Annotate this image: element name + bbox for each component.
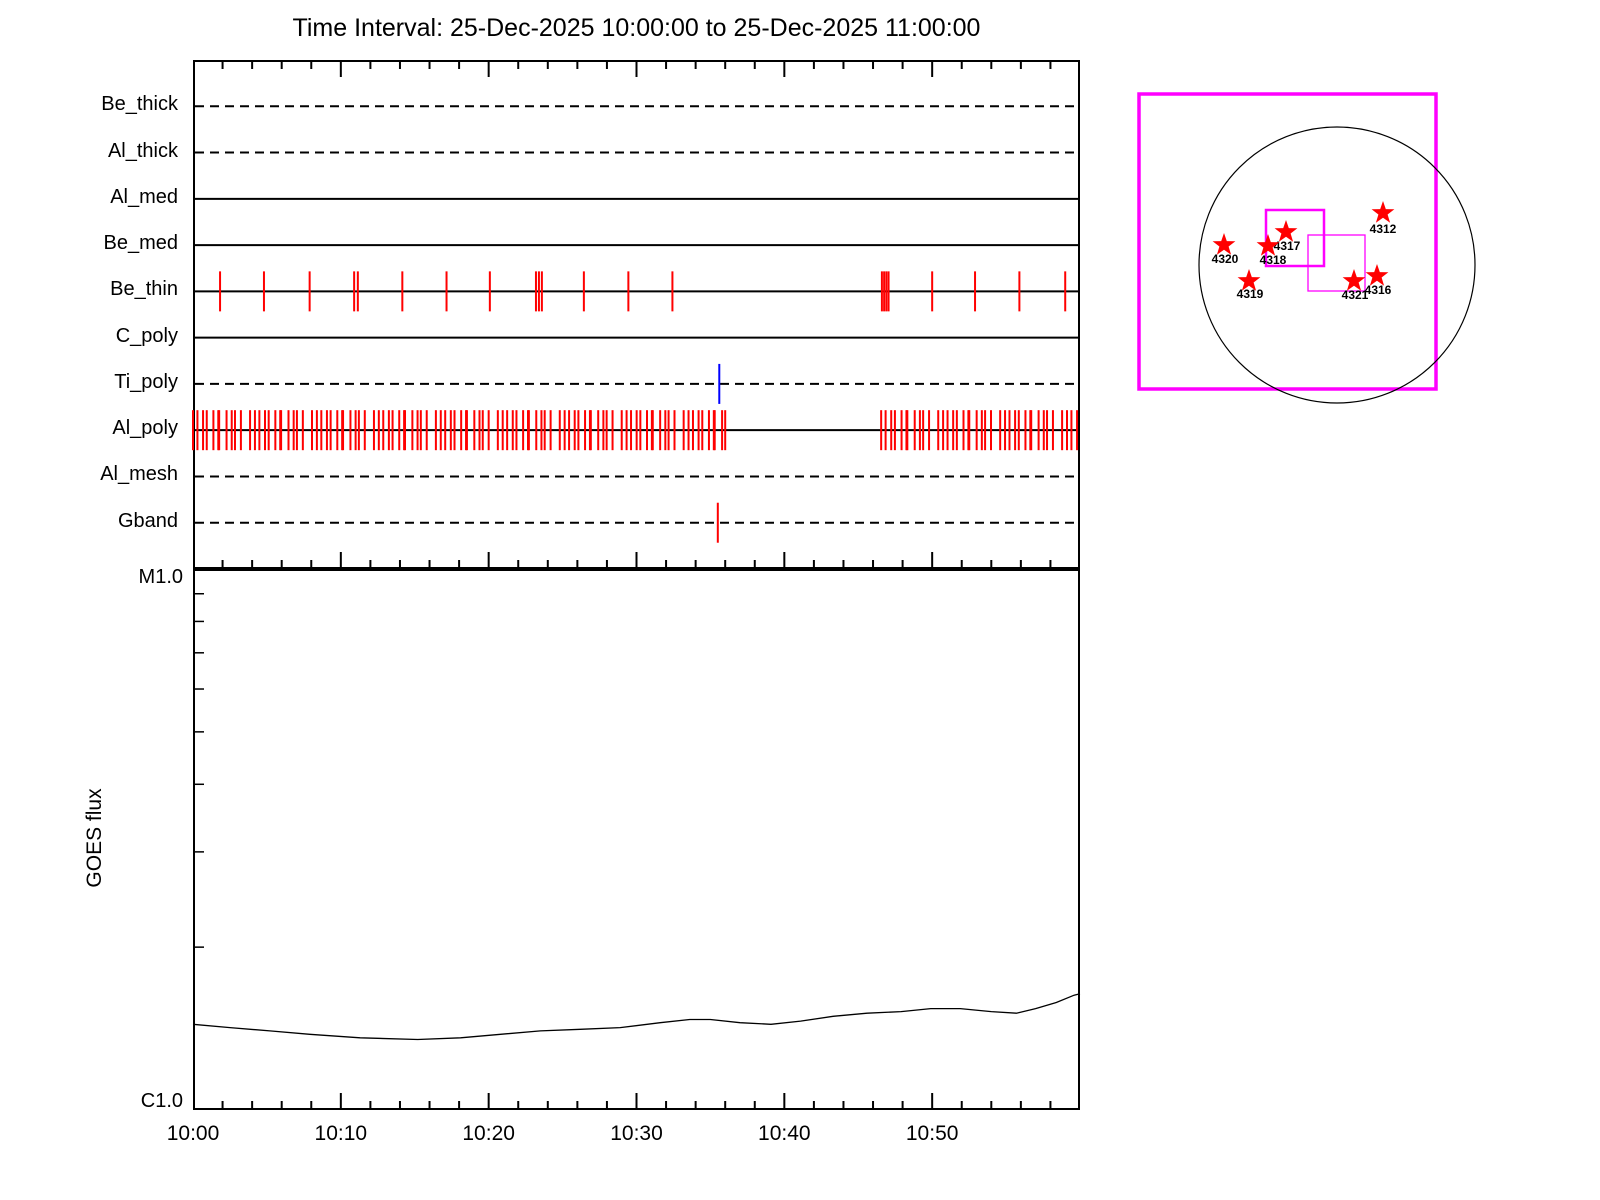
timeline-border [193,60,1080,569]
filter-label-be_thick: Be_thick [101,93,178,116]
goes-y-max-label: M1.0 [138,566,183,588]
filter-label-al_med: Al_med [110,185,178,208]
time-tick-label: 10:50 [905,1122,959,1145]
filter-label-al_poly: Al_poly [112,417,178,440]
time-tick-label: 10:10 [314,1122,368,1145]
goes-flux-curve [192,993,1081,1041]
plot-page: Time Interval: 25-Dec-2025 10:00:00 to 2… [0,0,1600,1200]
time-tick-label: 10:20 [462,1122,515,1145]
exposure-timeline-panel [192,60,1080,569]
filter-label-al_thick: Al_thick [107,139,178,162]
filter-label-c_poly: C_poly [115,324,178,347]
active-region-number: 4318 [1260,253,1287,267]
filter-label-be_med: Be_med [103,232,179,255]
active-region-number: 4316 [1365,283,1392,297]
time-tick-label: 10:00 [166,1122,220,1145]
filter-label-gband: Gband [117,509,178,532]
filter-label-al_mesh: Al_mesh [100,463,178,486]
solar-disk-inset: 43124317431843204319 43214316 [1137,92,1476,404]
active-region-number: 4312 [1370,222,1397,236]
time-tick-label: 10:40 [758,1122,811,1145]
solar-limb-circle [1198,126,1476,404]
filter-label-be_thin: Be_thin [110,278,178,301]
active-region-number: 4320 [1212,252,1239,266]
goes-flux-panel [192,569,1081,1110]
goes-y-min-label: C1.0 [140,1090,183,1112]
page-title: Time Interval: 25-Dec-2025 10:00:00 to 2… [292,14,981,42]
goes-border [193,569,1080,1110]
time-tick-label: 10:30 [610,1122,663,1145]
active-region-number: 4319 [1237,287,1264,301]
active-region-number: 4317 [1274,239,1301,253]
goes-y-axis-title: GOES flux [83,788,106,888]
active-region-star [1371,201,1395,223]
filter-label-ti_poly: Ti_poly [114,370,178,393]
